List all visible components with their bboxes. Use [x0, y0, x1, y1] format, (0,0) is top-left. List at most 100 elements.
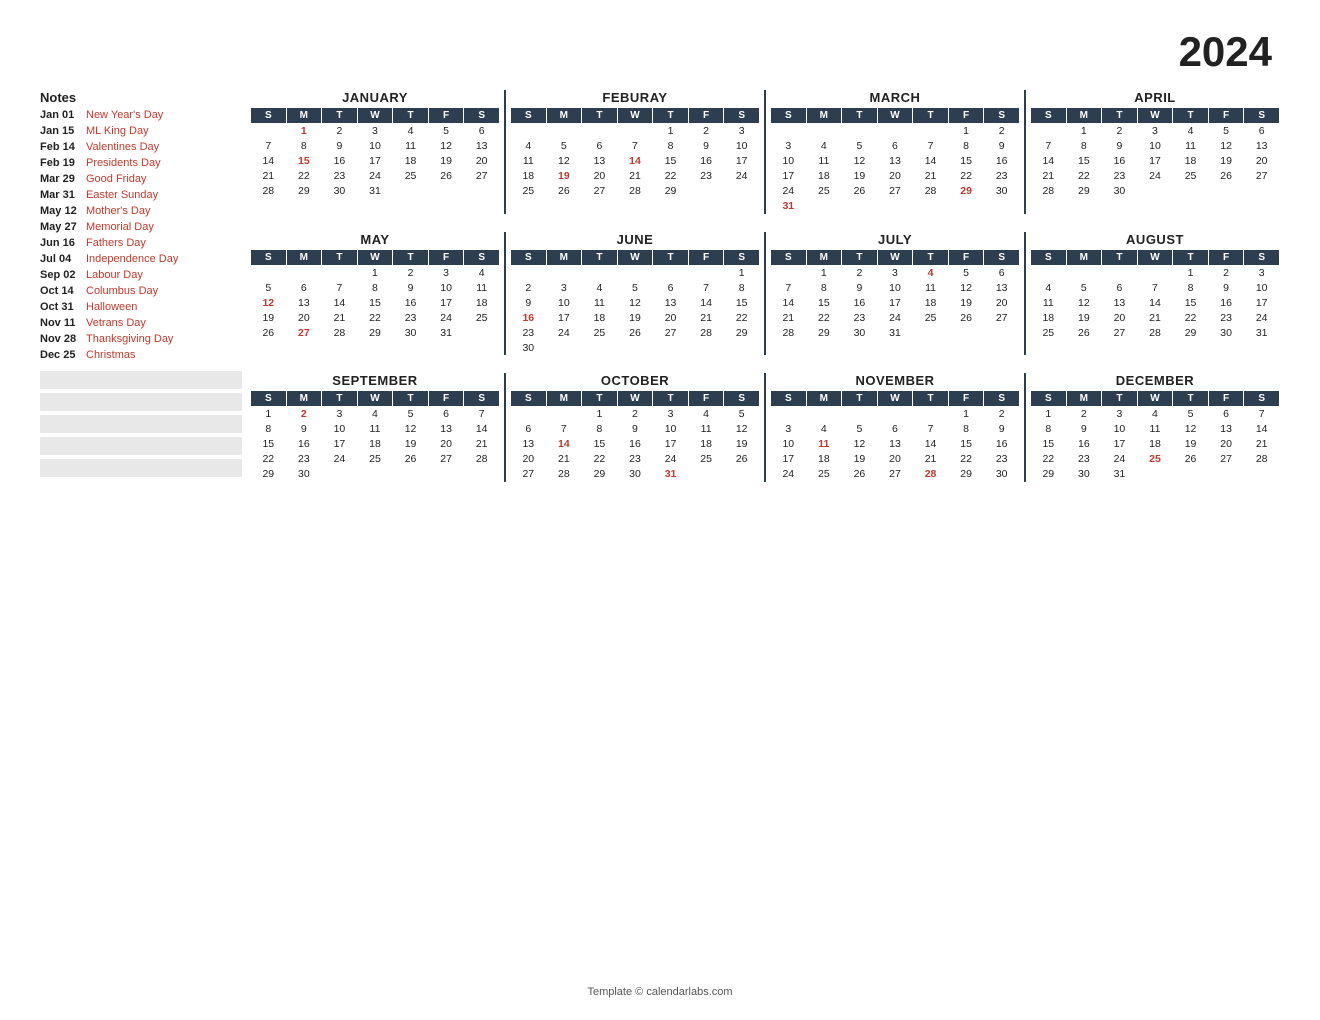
cal-day: 4 [1173, 124, 1209, 139]
day-header: W [357, 391, 393, 407]
holiday-date: May 27 [40, 221, 86, 233]
cal-week-row: 10111213141516 [771, 437, 1020, 452]
cal-day [428, 184, 464, 199]
holiday-date: Sep 02 [40, 269, 86, 281]
day-header: T [582, 249, 618, 265]
month-title: JULY [770, 232, 1020, 247]
cal-day: 28 [771, 325, 807, 340]
cal-week-row: 15161718192021 [251, 437, 500, 452]
cal-day: 8 [653, 139, 689, 154]
cal-day [653, 265, 689, 280]
cal-day: 6 [428, 407, 464, 422]
cal-day: 9 [511, 295, 547, 310]
cal-day: 17 [428, 295, 464, 310]
month-title: DECEMBER [1030, 373, 1280, 388]
cal-day: 2 [842, 265, 878, 280]
cal-week-row: 15161718192021 [1031, 437, 1280, 452]
cal-day: 20 [1102, 310, 1138, 325]
day-header: T [1173, 391, 1209, 407]
blank-row-4 [40, 437, 242, 455]
cal-day: 21 [322, 310, 358, 325]
cal-day: 12 [842, 154, 878, 169]
cal-day: 8 [582, 422, 618, 437]
page: 2024 Notes Jan 01New Year's DayJan 15ML … [0, 0, 1320, 1020]
cal-day: 29 [948, 184, 984, 199]
cal-week-row: 12131415161718 [251, 295, 500, 310]
cal-day [1208, 184, 1244, 199]
day-header: S [464, 391, 500, 407]
cal-day: 10 [322, 422, 358, 437]
cal-day: 5 [1208, 124, 1244, 139]
cal-day [1137, 184, 1173, 199]
cal-day: 19 [724, 437, 760, 452]
cal-day: 7 [617, 139, 653, 154]
cal-day: 11 [464, 280, 500, 295]
cal-week-row: 11121314151617 [511, 154, 760, 169]
blank-row-2 [40, 393, 242, 411]
month-title: FEBURAY [510, 90, 760, 105]
cal-day: 1 [806, 265, 842, 280]
cal-table: SMTWTFS123456789101112131415161718192021… [770, 107, 1020, 214]
month-divider [1024, 90, 1026, 214]
cal-day [322, 265, 358, 280]
cal-day: 12 [546, 154, 582, 169]
cal-day: 1 [582, 407, 618, 422]
cal-day: 24 [1102, 452, 1138, 467]
cal-day [688, 467, 724, 482]
cal-table: SMTWTFS123456789101112131415161718192021… [510, 390, 760, 482]
month-divider [504, 232, 506, 356]
cal-week-row: 78910111213 [251, 139, 500, 154]
cal-day: 3 [357, 124, 393, 139]
cal-day: 17 [1244, 295, 1280, 310]
cal-day [842, 407, 878, 422]
cal-day: 27 [1102, 325, 1138, 340]
blank-row-1 [40, 371, 242, 389]
day-header: F [688, 391, 724, 407]
day-header: S [724, 108, 760, 124]
calendar-row-0: JANUARYSMTWTFS12345678910111213141516171… [250, 90, 1280, 214]
cal-day [617, 124, 653, 139]
day-header: M [1066, 108, 1102, 124]
cal-day: 31 [877, 325, 913, 340]
cal-day: 3 [546, 280, 582, 295]
cal-day: 14 [617, 154, 653, 169]
holiday-date: Oct 14 [40, 285, 86, 297]
cal-day: 12 [1208, 139, 1244, 154]
month-block-october: OCTOBERSMTWTFS12345678910111213141516171… [510, 373, 760, 482]
holiday-date: Jul 04 [40, 253, 86, 265]
cal-day: 28 [913, 184, 949, 199]
cal-day: 15 [1066, 154, 1102, 169]
cal-day [771, 407, 807, 422]
cal-day [464, 467, 500, 482]
cal-day: 24 [653, 452, 689, 467]
cal-day: 13 [511, 437, 547, 452]
day-header: S [511, 108, 547, 124]
cal-day: 4 [1031, 280, 1067, 295]
month-divider [504, 90, 506, 214]
cal-day: 19 [842, 452, 878, 467]
cal-day: 20 [653, 310, 689, 325]
cal-day: 5 [724, 407, 760, 422]
cal-day: 26 [842, 184, 878, 199]
cal-day: 30 [322, 184, 358, 199]
cal-day: 27 [511, 467, 547, 482]
cal-day: 4 [1137, 407, 1173, 422]
cal-day: 7 [688, 280, 724, 295]
cal-week-row: 23242526272829 [511, 325, 760, 340]
cal-day: 10 [1137, 139, 1173, 154]
day-header: S [464, 108, 500, 124]
holiday-row: Nov 28Thanksgiving Day [40, 331, 242, 347]
cal-day: 14 [251, 154, 287, 169]
cal-day: 28 [1031, 184, 1067, 199]
cal-day: 25 [806, 467, 842, 482]
cal-day: 1 [286, 124, 322, 139]
month-title: OCTOBER [510, 373, 760, 388]
cal-day: 30 [984, 467, 1020, 482]
cal-day: 13 [428, 422, 464, 437]
month-block-december: DECEMBERSMTWTFS1234567891011121314151617… [1030, 373, 1280, 482]
blank-row-3 [40, 415, 242, 433]
cal-day: 7 [464, 407, 500, 422]
cal-day: 4 [511, 139, 547, 154]
month-divider [1024, 373, 1026, 482]
cal-day: 5 [1173, 407, 1209, 422]
